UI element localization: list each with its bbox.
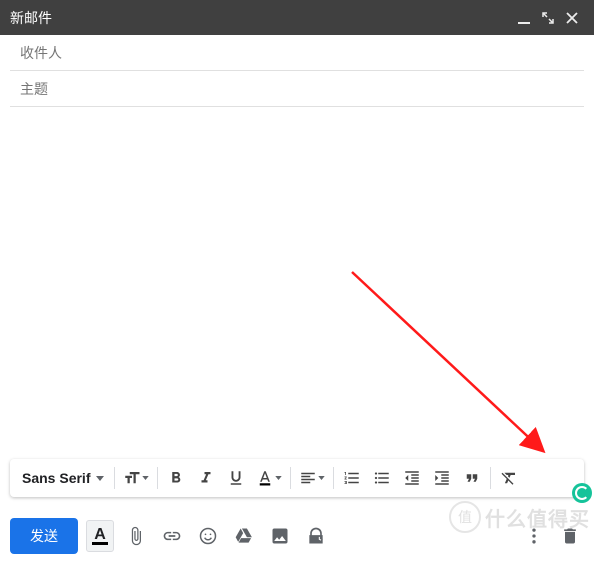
font-family-select[interactable]: Sans Serif [16,463,110,493]
more-options-button[interactable] [520,520,548,552]
underline-button[interactable] [222,463,250,493]
italic-button[interactable] [192,463,220,493]
attach-file-button[interactable] [122,520,150,552]
confidential-mode-button[interactable] [302,520,330,552]
subject-row[interactable] [10,71,584,107]
divider [290,467,291,489]
divider [490,467,491,489]
align-button[interactable] [295,463,329,493]
fullscreen-icon[interactable] [536,6,560,30]
bottom-toolbar: 发送 A [0,511,594,561]
quote-button[interactable] [458,463,486,493]
text-color-button[interactable] [252,463,286,493]
insert-emoji-button[interactable] [194,520,222,552]
divider [333,467,334,489]
bulleted-list-button[interactable] [368,463,396,493]
numbered-list-button[interactable] [338,463,366,493]
recipients-input[interactable] [20,45,574,61]
indent-less-button[interactable] [398,463,426,493]
grammarly-icon[interactable] [572,483,592,503]
minimize-icon[interactable] [512,6,536,30]
text-format-a-icon: A [92,528,108,545]
body-editor[interactable] [0,107,594,459]
discard-draft-button[interactable] [556,520,584,552]
font-size-button[interactable] [119,463,153,493]
send-button[interactable]: 发送 [10,518,78,554]
insert-drive-button[interactable] [230,520,258,552]
insert-link-button[interactable] [158,520,186,552]
font-family-label: Sans Serif [22,470,90,486]
close-icon[interactable] [560,6,584,30]
compose-title: 新邮件 [10,8,512,28]
recipients-row[interactable] [10,35,584,71]
indent-more-button[interactable] [428,463,456,493]
compose-titlebar: 新邮件 [0,0,594,35]
chevron-down-icon [96,476,104,481]
bold-button[interactable] [162,463,190,493]
divider [157,467,158,489]
remove-format-button[interactable] [495,463,523,493]
format-toolbar: Sans Serif [10,459,584,497]
text-format-toggle[interactable]: A [86,520,114,552]
divider [114,467,115,489]
insert-image-button[interactable] [266,520,294,552]
subject-input[interactable] [20,81,574,97]
